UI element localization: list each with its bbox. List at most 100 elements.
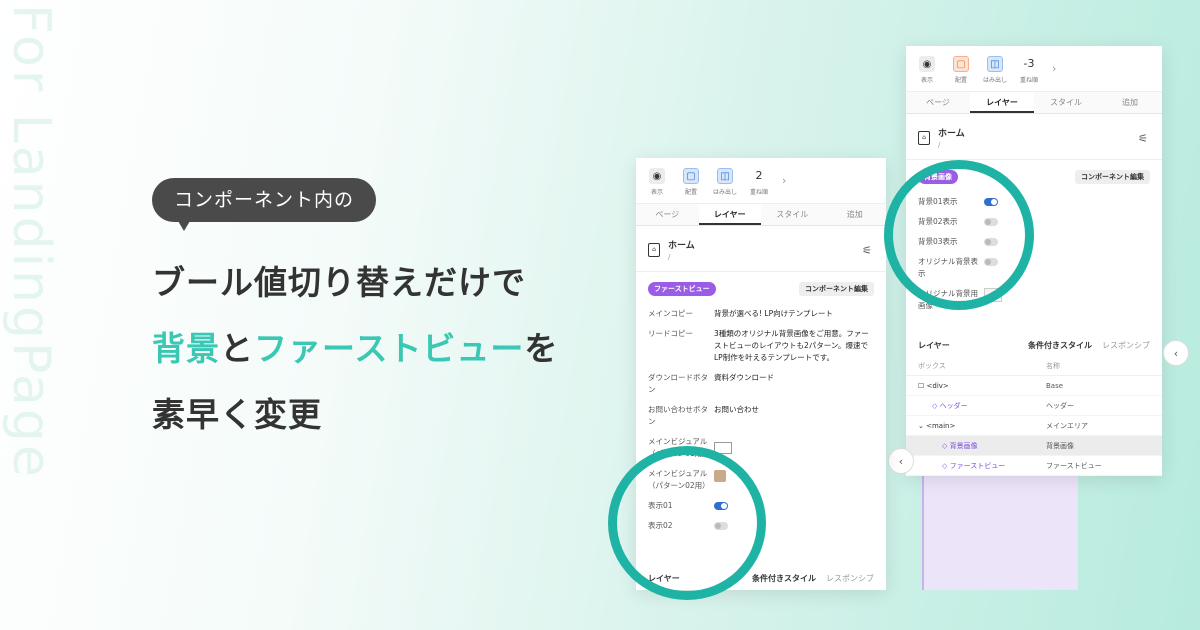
edit-component-button[interactable]: コンポーネント編集 [1075,170,1150,184]
node-name: ファーストビュー [1046,461,1102,470]
toggle-switch[interactable] [984,218,998,226]
prop-row: 表示02 [636,516,886,536]
tab-add[interactable]: 追加 [1098,92,1162,113]
node-name: 背景画像 [1046,441,1074,450]
component-section-header: ファーストビュー コンポーネント編集 [636,272,886,304]
headline-line-1: ブール値切り替えだけで [152,263,526,302]
toggle-switch[interactable] [984,258,998,266]
toggle-switch[interactable] [714,522,728,530]
tab-add[interactable]: 追加 [824,204,887,225]
prop-row: リードコピー 3種類のオリジナル背景画像をご用意。ファーストビューのレイアウトも2… [636,324,886,368]
image-placeholder[interactable] [714,442,732,454]
tab-bar: ページ レイヤー スタイル 追加 [636,204,886,226]
prop-row: お問い合わせボタン お問い合わせ [636,400,886,432]
prop-label: お問い合わせボタン [648,405,708,426]
responsive-tab[interactable]: レスポンシブ [1102,340,1150,351]
image-thumbnail[interactable] [714,470,726,482]
overflow-tool[interactable]: ◫ はみ出し [983,56,1007,84]
tab-style[interactable]: スタイル [761,204,824,225]
toolbar: ◉ 表示 ▢ 配置 ◫ はみ出し 2 重ね順 › [636,158,886,204]
headline-text: を [524,329,559,368]
tool-label: 表示 [920,77,933,84]
toggle-switch[interactable] [984,198,998,206]
edit-component-button[interactable]: コンポーネント編集 [799,282,874,296]
checkbox-icon[interactable]: ☐ [918,382,927,390]
prop-label: オリジナル背景表示 [918,257,978,278]
prop-value[interactable]: 3種類のオリジナル背景画像をご用意。ファーストビューのレイアウトも2パターン。爆… [714,328,874,364]
headline: ブール値切り替えだけで 背景とファーストビューを 素早く変更 [152,258,558,456]
align-icon: ▢ [953,56,969,72]
prop-row: 背景01表示 [906,192,1162,212]
visibility-tool[interactable]: ◉ 表示 [916,56,938,84]
headline-line-2: 背景とファーストビューを [152,324,558,390]
node-label: ヘッダー [939,401,968,410]
component-diamond-icon: ◇ [942,461,950,470]
toggle-switch[interactable] [984,238,998,246]
page-title: ホーム [938,129,965,139]
chevron-right-icon[interactable]: › [782,174,786,187]
prop-value[interactable]: 資料ダウンロード [714,372,774,396]
tool-label: はみ出し [713,189,738,196]
collapse-arrow-icon[interactable]: ‹ [1163,340,1189,366]
image-placeholder[interactable] [984,288,1002,302]
tab-layer[interactable]: レイヤー [698,204,761,225]
speech-bubble: コンポーネント内の [152,178,377,231]
page-title: ホーム [668,241,695,251]
settings-sliders-icon[interactable]: ⚟ [862,244,872,257]
tab-page[interactable]: ページ [636,204,699,225]
visibility-tool[interactable]: ◉ 表示 [646,168,668,196]
collapse-arrow-icon[interactable]: ‹ [888,448,914,474]
node-label: 背景画像 [949,441,978,450]
responsive-tab[interactable]: レスポンシブ [826,573,874,584]
prop-row: メインコピー 背景が選べる! LP向けテンプレート [636,304,886,324]
overflow-icon: ◫ [987,56,1003,72]
prop-label: 背景02表示 [918,217,958,226]
tree-row[interactable]: ◇ ファーストビュー ファーストビュー [906,456,1162,476]
prop-label: 背景03表示 [918,237,958,246]
chevron-right-icon[interactable]: › [1052,62,1056,75]
canvas-preview [922,470,1078,590]
layer-title: レイヤー [918,341,950,350]
prop-label: 表示02 [648,521,673,530]
tree-row[interactable]: ⌄ <main> メインエリア [906,416,1162,436]
conditional-style-tab[interactable]: 条件付きスタイル [752,573,816,584]
prop-value[interactable]: 背景が選べる! LP向けテンプレート [714,308,833,320]
z-index-tool[interactable]: -3 重ね順 [1018,56,1040,84]
prop-label: リードコピー [648,329,693,338]
background-watermark-text: For LandingPage [1,4,61,480]
prop-label: 表示01 [648,501,673,510]
z-index-tool[interactable]: 2 重ね順 [748,168,770,196]
tab-style[interactable]: スタイル [1034,92,1098,113]
tree-node: ⌄ <main> [918,422,1046,430]
tool-label: 表示 [650,189,663,196]
align-tool[interactable]: ▢ 配置 [680,168,702,196]
component-diamond-icon: ◇ [942,441,950,450]
tree-row[interactable]: ☐ <div> Base [906,376,1162,396]
tree-row-selected[interactable]: ◇ 背景画像 背景画像 [906,436,1162,456]
tool-label: 配置 [954,77,967,84]
align-tool[interactable]: ▢ 配置 [950,56,972,84]
overflow-tool[interactable]: ◫ はみ出し [713,168,738,196]
chevron-down-icon[interactable]: ⌄ [918,422,926,430]
prop-label: メインコピー [648,309,693,318]
layer-title: レイヤー [648,574,680,583]
prop-value[interactable]: お問い合わせ [714,404,759,428]
tree-row[interactable]: ◇ ヘッダー ヘッダー [906,396,1162,416]
tab-layer[interactable]: レイヤー [970,92,1034,113]
tool-label: 配置 [684,189,697,196]
home-page-icon: ⌂ [918,130,930,145]
home-page-icon: ⌂ [648,242,660,257]
settings-sliders-icon[interactable]: ⚟ [1138,132,1148,145]
node-name: メインエリア [1046,421,1088,430]
tab-page[interactable]: ページ [906,92,970,113]
toggle-switch[interactable] [714,502,728,510]
headline-keyword-background: 背景 [152,329,220,368]
tree-node: ◇ ヘッダー [918,401,1046,411]
tool-label: 重ね順 [1019,77,1038,84]
z-index-value: 2 [755,169,763,182]
align-icon: ▢ [683,168,699,184]
tab-bar: ページ レイヤー スタイル 追加 [906,92,1162,114]
layer-header: レイヤー 条件付きスタイル レスポンシブ [636,563,886,590]
page-header: ⌂ ホーム / ⚟ [636,226,886,272]
conditional-style-tab[interactable]: 条件付きスタイル [1028,340,1092,351]
